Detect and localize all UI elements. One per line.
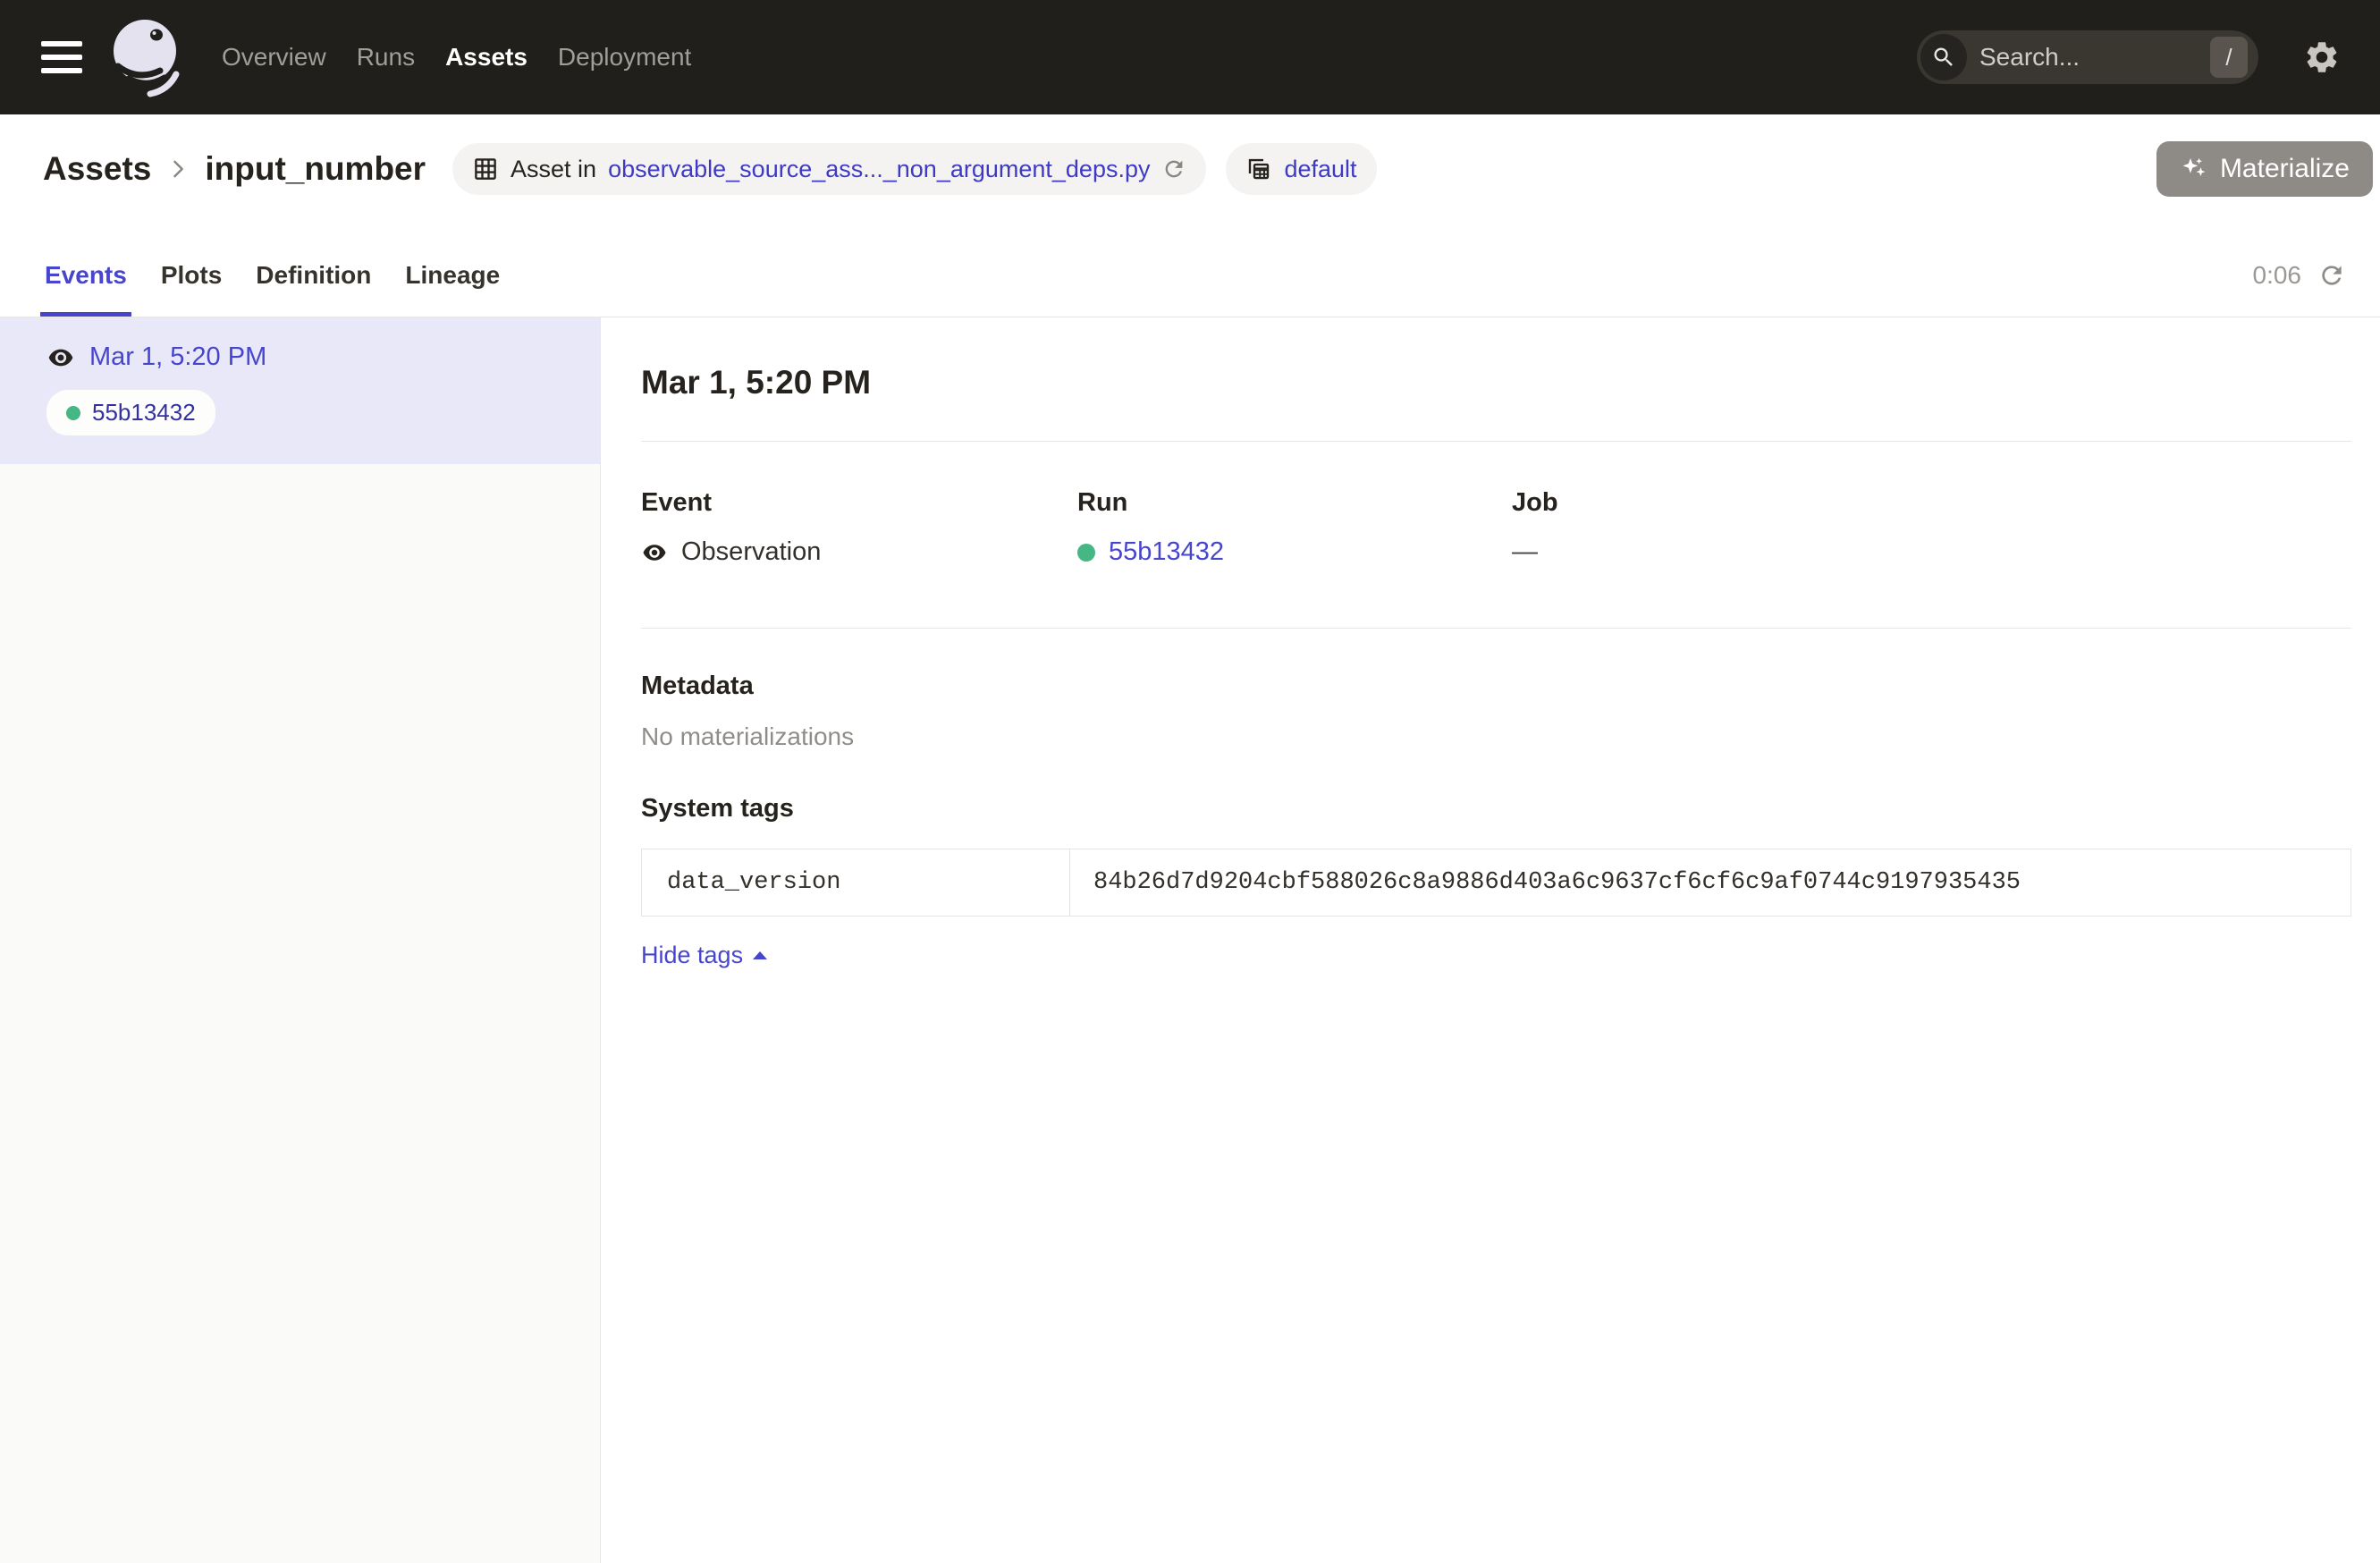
search-icon — [1920, 34, 1967, 80]
run-id-badge[interactable]: 55b13432 — [46, 390, 215, 435]
event-item-head: Mar 1, 5:20 PM — [46, 342, 578, 372]
table-grid-icon — [472, 156, 499, 182]
run-status-dot — [66, 406, 80, 420]
event-type-cell: Observation — [641, 537, 1077, 567]
nav-right: / — [1917, 30, 2341, 84]
tag-key-cell: data_version — [642, 849, 1070, 917]
sparkles-icon — [2180, 155, 2208, 183]
hide-tags-label: Hide tags — [641, 942, 743, 969]
table-row: data_version 84b26d7d9204cbf588026c8a988… — [642, 849, 2351, 917]
dagster-logo-icon[interactable] — [109, 16, 181, 98]
hamburger-menu-icon[interactable] — [41, 41, 82, 73]
top-nav: Overview Runs Assets Deployment / — [0, 0, 2380, 114]
caret-up-icon — [753, 951, 767, 959]
nav-assets[interactable]: Assets — [445, 43, 527, 72]
asset-in-label: Asset in — [511, 156, 596, 183]
nav-deployment[interactable]: Deployment — [558, 43, 691, 72]
job-cell: — — [1512, 537, 2351, 567]
asset-group-icon — [1245, 156, 1272, 182]
system-tags-table: data_version 84b26d7d9204cbf588026c8a988… — [641, 849, 2351, 917]
event-type-text: Observation — [681, 537, 821, 567]
asset-chips: Asset in observable_source_ass..._non_ar… — [452, 143, 1377, 195]
event-timestamp: Mar 1, 5:20 PM — [89, 342, 266, 372]
divider — [641, 628, 2351, 629]
tabs-bar: Events Plots Definition Lineage 0:06 — [0, 224, 2380, 317]
job-column-label: Job — [1512, 488, 2351, 518]
gear-icon[interactable] — [2303, 38, 2341, 76]
materialize-label: Materialize — [2220, 154, 2350, 184]
metadata-heading: Metadata — [641, 672, 2351, 701]
event-list-sidebar: Mar 1, 5:20 PM 55b13432 — [0, 317, 601, 1563]
asset-location-chip: Asset in observable_source_ass..._non_ar… — [452, 143, 1206, 195]
tab-events[interactable]: Events — [45, 261, 127, 317]
event-detail-panel: Mar 1, 5:20 PM Event Run Job Observation… — [601, 317, 2380, 1563]
run-id-badge-text: 55b13432 — [92, 399, 196, 427]
event-column-label: Event — [641, 488, 1077, 518]
nav-runs[interactable]: Runs — [357, 43, 415, 72]
group-default-link[interactable]: default — [1284, 156, 1356, 183]
asset-header: Assets input_number Asset in observable_… — [0, 114, 2380, 224]
refresh-area: 0:06 — [2253, 261, 2347, 317]
metadata-empty-text: No materializations — [641, 722, 2351, 751]
event-list-item-selected[interactable]: Mar 1, 5:20 PM 55b13432 — [0, 317, 600, 464]
tab-definition[interactable]: Definition — [256, 261, 371, 317]
run-column-label: Run — [1077, 488, 1512, 518]
code-location-link[interactable]: observable_source_ass..._non_argument_de… — [608, 156, 1150, 183]
hide-tags-link[interactable]: Hide tags — [641, 942, 767, 969]
nav-overview[interactable]: Overview — [222, 43, 326, 72]
run-cell: 55b13432 — [1077, 537, 1512, 567]
tab-plots[interactable]: Plots — [161, 261, 222, 317]
page: Overview Runs Assets Deployment / Assets — [0, 0, 2380, 1563]
search-shortcut-key: / — [2210, 37, 2248, 78]
observation-eye-icon — [46, 343, 75, 372]
tab-lineage[interactable]: Lineage — [405, 261, 500, 317]
materialize-button[interactable]: Materialize — [2156, 141, 2373, 197]
tag-value-cell: 84b26d7d9204cbf588026c8a9886d403a6c9637c… — [1070, 849, 2351, 917]
search-box[interactable]: / — [1917, 30, 2258, 84]
run-status-dot — [1077, 544, 1095, 562]
content-body: Mar 1, 5:20 PM 55b13432 Mar 1, 5:20 PM E… — [0, 317, 2380, 1563]
divider — [641, 441, 2351, 442]
refresh-icon[interactable] — [2317, 261, 2346, 290]
event-detail-title: Mar 1, 5:20 PM — [641, 364, 2351, 401]
breadcrumb-assets-link[interactable]: Assets — [43, 150, 151, 188]
breadcrumb: Assets input_number — [43, 150, 426, 188]
run-id-link[interactable]: 55b13432 — [1109, 537, 1224, 567]
page-title: input_number — [205, 150, 426, 188]
observation-eye-icon — [641, 539, 668, 566]
job-empty-value: — — [1512, 537, 1538, 567]
chevron-right-icon — [165, 156, 190, 182]
reload-location-icon[interactable] — [1161, 156, 1186, 182]
system-tags-heading: System tags — [641, 794, 2351, 824]
asset-group-chip: default — [1226, 143, 1376, 195]
refresh-countdown: 0:06 — [2253, 261, 2302, 290]
primary-nav: Overview Runs Assets Deployment — [222, 43, 691, 72]
event-summary-columns: Event Run Job Observation 55b13432 — — [641, 488, 2351, 567]
search-input[interactable] — [1967, 43, 2210, 72]
